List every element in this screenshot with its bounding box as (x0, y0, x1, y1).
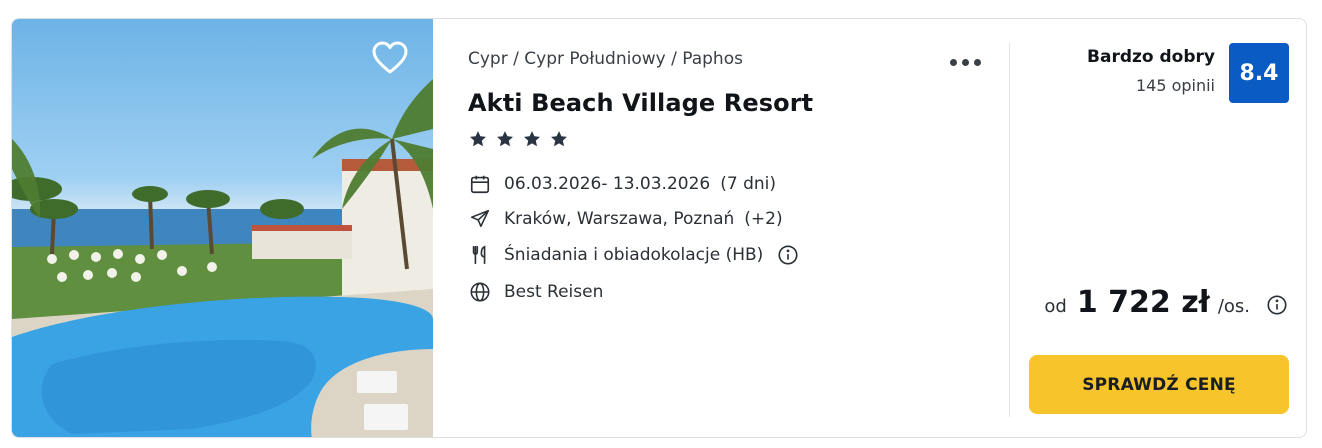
offer-card: Cypr / Cypr Południowy / Paphos Akti Bea… (11, 18, 1307, 438)
section-divider (1009, 43, 1010, 417)
breadcrumb-city[interactable]: Paphos (682, 49, 743, 69)
calendar-icon (468, 172, 492, 196)
hotel-stars (468, 129, 571, 149)
breadcrumb-country[interactable]: Cypr (468, 49, 508, 69)
price-info-icon[interactable] (1266, 294, 1288, 316)
departures-text: Kraków, Warszawa, Poznań (504, 209, 735, 229)
board-info-icon[interactable] (777, 244, 799, 266)
star-icon (497, 131, 514, 147)
more-options-icon[interactable] (948, 53, 984, 71)
price-prefix: od (1044, 296, 1067, 317)
operator-text: Best Reisen (504, 282, 604, 302)
breadcrumb: Cypr / Cypr Południowy / Paphos (468, 49, 743, 69)
board-text: Śniadania i obiadokolacje (HB) (504, 245, 764, 265)
price-amount: 1 722 zł (1076, 285, 1210, 320)
rating-score-badge: 8.4 (1229, 43, 1289, 103)
favorite-heart-icon[interactable] (372, 41, 408, 75)
star-icon (470, 131, 486, 147)
cutlery-icon (468, 243, 492, 267)
hotel-photo-illustration (12, 79, 433, 437)
dates-text: 06.03.2026- 13.03.2026 (504, 174, 711, 194)
price-suffix: /os. (1217, 296, 1250, 317)
price-block: od 1 722 zł /os. (1044, 285, 1288, 325)
star-icon (551, 131, 568, 147)
board-row: Śniadania i obiadokolacje (HB) (468, 243, 799, 267)
check-price-button[interactable]: SPRAWDŹ CENĘ (1029, 355, 1289, 414)
duration-text: (7 dni) (720, 174, 776, 194)
departures-extra[interactable]: (+2) (744, 209, 782, 229)
rating-label: Bardzo dobry (1087, 47, 1215, 67)
rating-count[interactable]: 145 opinii (1136, 76, 1215, 95)
star-icon (524, 131, 541, 147)
plane-icon (468, 207, 492, 231)
hotel-photo[interactable] (12, 19, 433, 437)
operator-row: Best Reisen (468, 280, 603, 304)
dates-row: 06.03.2026- 13.03.2026 (7 dni) (468, 172, 776, 196)
breadcrumb-region[interactable]: Cypr Południowy (524, 49, 665, 69)
hotel-name[interactable]: Akti Beach Village Resort (468, 89, 813, 117)
globe-icon (468, 280, 492, 304)
breadcrumb-separator: / (513, 49, 519, 69)
breadcrumb-separator: / (671, 49, 677, 69)
departures-row: Kraków, Warszawa, Poznań (+2) (468, 207, 783, 231)
